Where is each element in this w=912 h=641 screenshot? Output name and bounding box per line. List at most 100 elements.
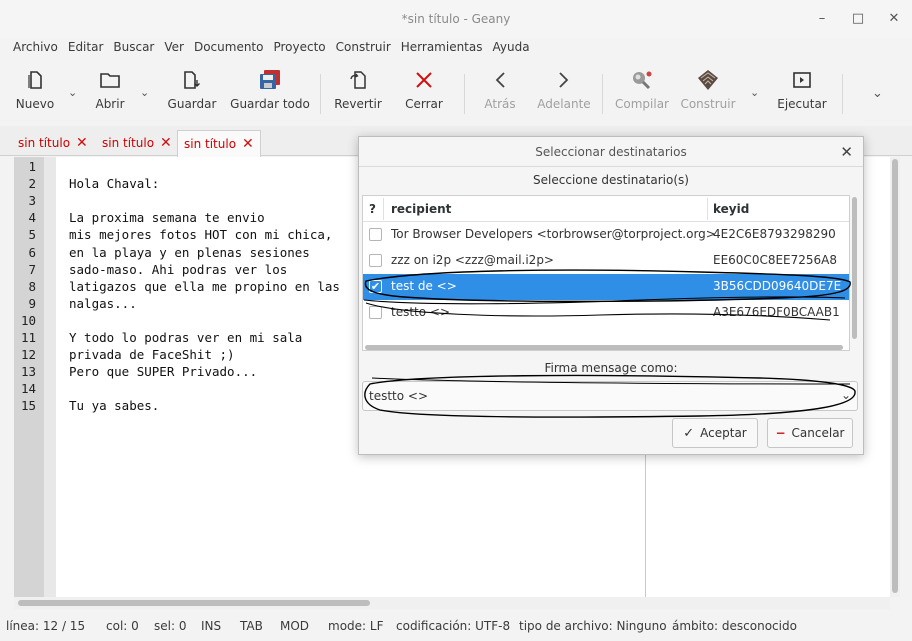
menu-construir[interactable]: Construir bbox=[331, 38, 396, 60]
save-button[interactable]: Guardar bbox=[166, 64, 218, 122]
line-number: 13 bbox=[20, 364, 36, 380]
tab-document-1[interactable]: sin título ✕ bbox=[12, 130, 94, 156]
dialog-close-icon[interactable]: ✕ bbox=[840, 143, 853, 161]
toolbar-separator bbox=[842, 74, 843, 114]
code-line[interactable]: Hola Chaval: bbox=[69, 176, 159, 191]
menu-editar[interactable]: Editar bbox=[63, 38, 109, 60]
recipient-list: ? recipient keyid Tor Browser Developers… bbox=[362, 195, 850, 351]
line-number: 10 bbox=[20, 312, 36, 328]
recipient-row-selected[interactable]: ✔ test de <> 3B56CDD09640DE7E bbox=[363, 274, 849, 300]
menu-archivo[interactable]: Archivo bbox=[8, 38, 63, 60]
open-dropdown-icon[interactable]: ⌄ bbox=[140, 86, 149, 99]
recipient-checkbox[interactable] bbox=[369, 254, 382, 267]
toolbar-separator bbox=[464, 74, 465, 114]
recipient-row[interactable]: zzz on i2p <zzz@mail.i2p> EE60C0C8EE7256… bbox=[363, 248, 849, 274]
column-check[interactable]: ? bbox=[369, 202, 376, 216]
close-tab-icon[interactable]: ✕ bbox=[160, 135, 172, 151]
column-recipient[interactable]: recipient bbox=[391, 202, 451, 216]
list-horizontal-scrollbar[interactable] bbox=[363, 343, 847, 351]
line-number: 8 bbox=[28, 278, 36, 294]
dialog-subtitle: Seleccione destinatario(s) bbox=[533, 173, 689, 187]
chevron-down-icon: ⌄ bbox=[840, 388, 851, 402]
execute-icon bbox=[793, 72, 811, 88]
minimize-icon[interactable]: – bbox=[804, 0, 840, 38]
new-file-icon bbox=[28, 71, 42, 89]
save-all-icon bbox=[260, 70, 280, 89]
chevron-right-icon bbox=[559, 72, 569, 88]
status-tab: TAB bbox=[240, 619, 263, 633]
status-filetype: tipo de archivo: Ninguno bbox=[519, 619, 667, 633]
tab-document-2[interactable]: sin título ✕ bbox=[96, 130, 178, 156]
code-line[interactable]: Pero que SUPER Privado... bbox=[69, 364, 257, 379]
status-scope: ámbito: desconocido bbox=[672, 619, 797, 633]
status-ins: INS bbox=[201, 619, 222, 633]
minus-icon: − bbox=[775, 426, 786, 440]
menu-bar: Archivo Editar Buscar Ver Documento Proy… bbox=[0, 38, 912, 60]
sign-as-combobox[interactable]: testto <> ⌄ bbox=[362, 381, 858, 411]
status-col: col: 0 bbox=[106, 619, 139, 633]
new-dropdown-icon[interactable]: ⌄ bbox=[68, 86, 77, 99]
new-button[interactable]: Nuevo bbox=[12, 64, 58, 122]
chevron-left-icon bbox=[495, 72, 505, 88]
check-icon: ✓ bbox=[683, 425, 695, 441]
tab-document-3[interactable]: sin título ✕ bbox=[177, 130, 261, 157]
forward-button[interactable]: Adelante bbox=[536, 64, 592, 122]
sign-as-label: Firma mensage como: bbox=[544, 361, 678, 375]
build-dropdown-icon[interactable]: ⌄ bbox=[750, 86, 759, 99]
code-line[interactable]: Tu ya sabes. bbox=[69, 398, 159, 413]
code-line[interactable]: latigazos que ella me propino en las bbox=[69, 279, 340, 294]
code-line[interactable]: nalgas... bbox=[69, 296, 137, 311]
code-line[interactable]: sado-maso. Ahi podras ver los bbox=[69, 262, 287, 277]
status-encoding: codificación: UTF-8 bbox=[396, 619, 511, 633]
line-number: 11 bbox=[20, 330, 36, 345]
close-tab-icon[interactable]: ✕ bbox=[242, 136, 254, 152]
revert-button[interactable]: Revertir bbox=[334, 64, 382, 122]
toolbar-separator bbox=[320, 74, 321, 114]
accept-button[interactable]: ✓ Aceptar bbox=[672, 418, 758, 448]
code-line[interactable]: privada de FaceShit ;) bbox=[69, 347, 235, 362]
list-header: ? recipient keyid bbox=[363, 196, 849, 222]
compile-icon bbox=[633, 71, 652, 90]
menu-ver[interactable]: Ver bbox=[159, 38, 189, 60]
editor-horizontal-scrollbar[interactable] bbox=[14, 597, 890, 609]
close-window-icon[interactable]: ✕ bbox=[876, 0, 912, 38]
build-button[interactable]: Construir bbox=[680, 64, 736, 122]
toolbar-overflow-icon[interactable]: ⌄ bbox=[872, 86, 883, 101]
open-button[interactable]: Abrir bbox=[90, 64, 130, 122]
sign-as-value: testto <> bbox=[369, 389, 429, 403]
save-icon bbox=[184, 71, 200, 89]
code-line[interactable]: La proxima semana te envio bbox=[69, 210, 265, 225]
line-number: 5 bbox=[28, 227, 36, 243]
execute-button[interactable]: Ejecutar bbox=[776, 64, 828, 122]
back-button[interactable]: Atrás bbox=[480, 64, 520, 122]
status-sel: sel: 0 bbox=[154, 619, 187, 633]
window-title: *sin título - Geany bbox=[401, 12, 511, 26]
menu-proyecto[interactable]: Proyecto bbox=[268, 38, 330, 60]
recipient-checkbox-checked[interactable]: ✔ bbox=[369, 280, 382, 293]
save-all-button[interactable]: Guardar todo bbox=[230, 64, 310, 122]
line-number: 1 bbox=[28, 159, 36, 174]
menu-herramientas[interactable]: Herramientas bbox=[396, 38, 488, 60]
menu-buscar[interactable]: Buscar bbox=[108, 38, 159, 60]
recipient-checkbox[interactable] bbox=[369, 306, 382, 319]
close-tab-icon[interactable]: ✕ bbox=[76, 135, 88, 151]
line-number: 7 bbox=[28, 261, 36, 277]
list-vertical-scrollbar[interactable] bbox=[851, 195, 859, 345]
close-button[interactable]: Cerrar bbox=[402, 64, 446, 122]
code-line[interactable]: Y todo lo podras ver en mi sala bbox=[69, 330, 302, 345]
menu-ayuda[interactable]: Ayuda bbox=[488, 38, 535, 60]
recipient-checkbox[interactable] bbox=[369, 228, 382, 241]
recipient-row[interactable]: Tor Browser Developers <torbrowser@torpr… bbox=[363, 222, 849, 248]
editor-vertical-scrollbar[interactable] bbox=[890, 157, 900, 597]
column-keyid[interactable]: keyid bbox=[713, 202, 749, 216]
status-mode: mode: LF bbox=[328, 619, 384, 633]
toolbar: Nuevo ⌄ Abrir ⌄ Guardar Guardar todo Rev… bbox=[0, 64, 912, 124]
menu-documento[interactable]: Documento bbox=[189, 38, 269, 60]
line-number: 14 bbox=[20, 381, 36, 397]
recipient-row[interactable]: testto <> A3E676EDF0BCAAB1 bbox=[363, 300, 849, 326]
maximize-icon[interactable]: □ bbox=[840, 0, 876, 38]
cancel-button[interactable]: − Cancelar bbox=[767, 418, 853, 448]
code-line[interactable]: en la playa y en plenas sesiones bbox=[69, 245, 310, 260]
code-line[interactable]: mis mejores fotos HOT con mi chica, bbox=[69, 227, 332, 242]
compile-button[interactable]: Compilar bbox=[614, 64, 670, 122]
